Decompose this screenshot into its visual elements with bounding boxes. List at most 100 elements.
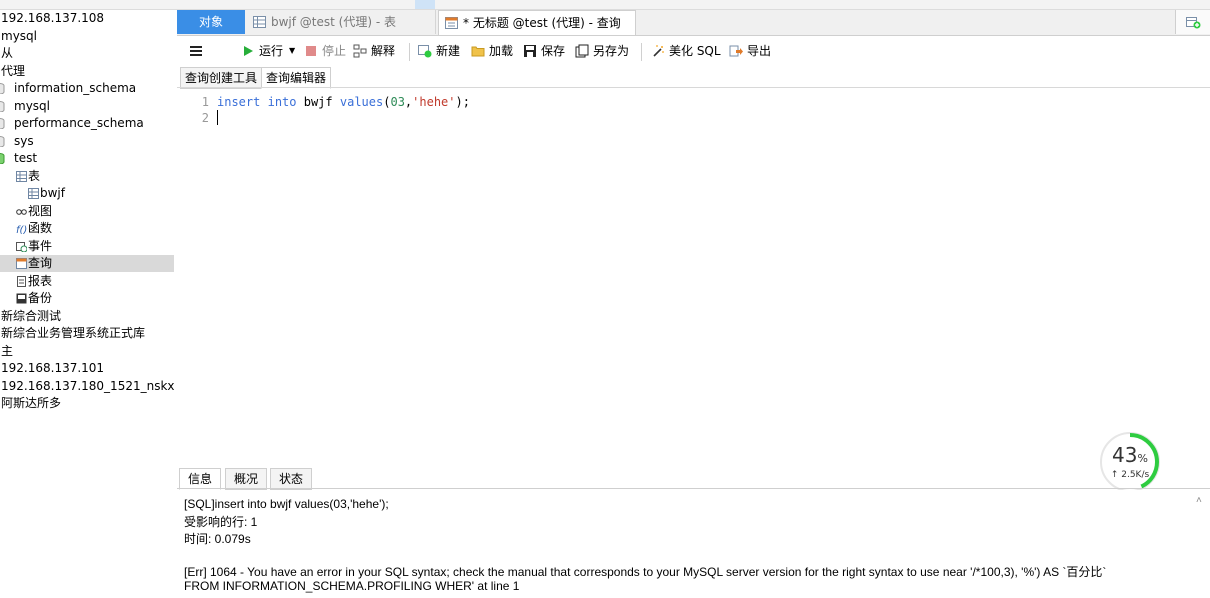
tree-item-sys[interactable]: sys bbox=[0, 133, 174, 150]
stop-button[interactable]: 停止 bbox=[304, 42, 348, 60]
tree-item-label: 新综合测试 bbox=[1, 308, 62, 323]
toolbar-separator bbox=[409, 43, 410, 61]
save-as-button[interactable]: 另存为 bbox=[575, 42, 635, 60]
database-open-icon bbox=[0, 153, 5, 164]
close-paren: ); bbox=[455, 95, 470, 109]
line-number: 1 bbox=[201, 95, 209, 109]
function-icon: f() bbox=[16, 225, 27, 234]
tab-query-editor[interactable]: 查询编辑器 bbox=[261, 67, 332, 89]
tree-item-label: bwjf bbox=[40, 186, 65, 200]
table-icon bbox=[253, 16, 266, 28]
tab-info[interactable]: 信息 bbox=[179, 468, 222, 490]
export-button[interactable]: 导出 bbox=[729, 42, 775, 60]
tree-item-192-168-137-108[interactable]: 192.168.137.108 bbox=[0, 10, 174, 27]
tree-item-label: 备份 bbox=[28, 291, 53, 305]
tree-item--[interactable]: 事件 bbox=[0, 238, 174, 255]
connection-tree: 192.168.137.108 mysql 从代理 information_schem… bbox=[0, 10, 174, 598]
tree-item--[interactable]: 主 bbox=[0, 343, 174, 360]
stop-icon bbox=[306, 46, 316, 56]
menu-active-item[interactable] bbox=[415, 0, 435, 9]
tree-item-label: 事件 bbox=[28, 238, 53, 253]
keyword-insert: insert bbox=[217, 95, 261, 109]
database-icon bbox=[0, 118, 5, 129]
sql-editor[interactable]: 1 2 insert into bwjf values(03,'hehe'); bbox=[177, 89, 1210, 464]
table-identifier: bwjf bbox=[303, 95, 333, 109]
save-as-icon bbox=[575, 44, 589, 58]
tree-item-label: 192.168.137.108 bbox=[1, 11, 105, 25]
tab-table-bwjf[interactable]: bwjf @test (代理) - 表 bbox=[247, 10, 436, 34]
magic-wand-icon bbox=[653, 45, 664, 57]
tree-item-label: 表 bbox=[28, 168, 41, 183]
toolbar-separator bbox=[641, 43, 642, 61]
tree-item-label: 报表 bbox=[28, 273, 53, 288]
tree-item-performance_schema[interactable]: performance_schema bbox=[0, 115, 174, 132]
tree-item--[interactable]: 新综合测试 bbox=[0, 308, 174, 325]
tab-objects[interactable]: 对象 bbox=[177, 10, 245, 34]
tree-item-192-168-137-101[interactable]: 192.168.137.101 bbox=[0, 360, 174, 377]
query-icon bbox=[445, 17, 458, 29]
result-messages: [SQL]insert into bwjf values(03,'hehe');… bbox=[177, 490, 1210, 598]
tree-item-label: sys bbox=[14, 133, 34, 148]
result-tabs: 信息 概况 状态 bbox=[177, 467, 1210, 490]
tree-item--[interactable]: 代理 bbox=[0, 63, 174, 80]
tree-item--[interactable]: 备份 bbox=[0, 290, 174, 307]
tree-item-192-168-137-180_1521_nskxt[interactable]: 192.168.137.180_1521_nskxt bbox=[0, 378, 174, 395]
keyword-values: values bbox=[339, 95, 384, 109]
tree-item--[interactable]: 查询 bbox=[0, 255, 174, 272]
tree-item--[interactable]: 新综合业务管理系统正式库 bbox=[0, 325, 174, 342]
code-line-1[interactable]: insert into bwjf values(03,'hehe'); bbox=[217, 95, 470, 109]
save-button[interactable]: 保存 bbox=[523, 42, 569, 60]
tree-item-bwjf[interactable]: bwjf bbox=[0, 185, 174, 202]
explain-icon bbox=[353, 44, 367, 58]
tree-item-mysql[interactable]: mysql bbox=[0, 98, 174, 115]
tree-item--[interactable]: 表 bbox=[0, 168, 174, 185]
tab-query-untitled[interactable]: * 无标题 @test (代理) - 查询 bbox=[438, 10, 636, 35]
result-time: 时间: 0.079s bbox=[184, 532, 251, 546]
tree-item--[interactable]: 从 bbox=[0, 45, 174, 62]
database-icon bbox=[0, 83, 5, 94]
tree-item-label: 192.168.137.101 bbox=[1, 361, 105, 375]
tree-item-label: 新综合业务管理系统正式库 bbox=[1, 326, 146, 340]
line-number: 2 bbox=[201, 111, 209, 125]
result-error: [Err] 1064 - You have an error in your S… bbox=[184, 565, 1107, 579]
query-toolbar: 运行 ▼ 停止 解释 新建 加载 保存 另存为 美化 SQL 导出 bbox=[177, 36, 1210, 66]
result-error-continued: FROM INFORMATION_SCHEMA.PROFILING WHER' … bbox=[184, 579, 520, 593]
folder-icon bbox=[471, 46, 485, 57]
database-icon bbox=[0, 135, 5, 147]
menu-button[interactable] bbox=[189, 42, 205, 60]
run-dropdown-icon[interactable]: ▼ bbox=[289, 42, 295, 60]
scroll-up-icon[interactable]: ˄ bbox=[1196, 496, 1206, 506]
run-button[interactable]: 运行 ▼ bbox=[241, 42, 299, 60]
tree-item--[interactable]: 报表 bbox=[0, 273, 174, 290]
tab-overview[interactable]: 概况 bbox=[225, 468, 268, 490]
tree-item--[interactable]: 阿斯达所多 bbox=[0, 395, 174, 412]
explain-button[interactable]: 解释 bbox=[353, 42, 403, 60]
tab-query-label: * 无标题 @test (代理) - 查询 bbox=[463, 16, 621, 30]
tree-item-label: 视图 bbox=[28, 203, 53, 218]
tab-status[interactable]: 状态 bbox=[270, 468, 313, 490]
hamburger-icon bbox=[190, 46, 202, 56]
beautify-sql-button[interactable]: 美化 SQL bbox=[651, 42, 723, 60]
new-tab-button[interactable] bbox=[1175, 10, 1210, 34]
tree-item-information_schema[interactable]: information_schema bbox=[0, 80, 174, 97]
backup-icon bbox=[16, 293, 27, 304]
export-icon bbox=[729, 45, 743, 57]
tree-item--[interactable]: 视图 bbox=[0, 203, 174, 220]
load-button[interactable]: 加载 bbox=[471, 42, 517, 60]
tree-item-label: information_schema bbox=[14, 81, 137, 95]
table-icon bbox=[28, 188, 39, 199]
tree-item--[interactable]: f() 函数 bbox=[0, 220, 174, 237]
tree-item-test[interactable]: test bbox=[0, 150, 174, 167]
tab-query-builder[interactable]: 查询创建工具 bbox=[180, 67, 263, 89]
text-cursor bbox=[217, 110, 218, 125]
keyword-into: into bbox=[267, 95, 297, 109]
menu-bar bbox=[0, 0, 1210, 10]
result-affected-rows: 受影响的行: 1 bbox=[184, 515, 258, 529]
tree-item-label: 函数 bbox=[28, 221, 53, 235]
tree-item-label: test bbox=[14, 151, 38, 165]
new-button[interactable]: 新建 bbox=[418, 42, 464, 60]
tree-item-mysql[interactable]: mysql bbox=[0, 28, 174, 45]
save-icon bbox=[524, 45, 536, 57]
tree-item-label: 主 bbox=[1, 343, 14, 358]
tree-item-label: 查询 bbox=[28, 256, 53, 270]
